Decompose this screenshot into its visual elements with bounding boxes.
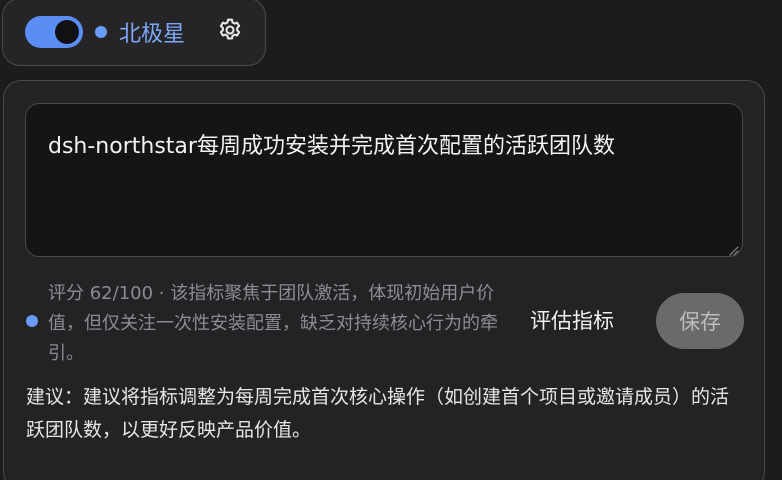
status-dot: [95, 26, 107, 38]
metric-input[interactable]: dsh-northstar每周成功安装并完成首次配置的活跃团队数: [25, 103, 743, 257]
app-root: 北极星 dsh-northstar每周成功安装并完成首次配置的活跃团队数 评分: [0, 0, 782, 480]
evaluate-metric-button[interactable]: 评估指标: [530, 305, 614, 335]
toggle-knob: [55, 20, 79, 44]
suggestion-text: 建议：建议将指标调整为每周完成首次核心操作（如创建首个项目或邀请成员）的活跃团队…: [26, 386, 730, 441]
evaluation-summary: 评分 62/100 · 该指标聚焦于团队激活，体现初始用户价值，但仅关注一次性安…: [48, 283, 498, 364]
save-button[interactable]: 保存: [656, 293, 744, 349]
page-title: 北极星: [119, 22, 186, 47]
northstar-toggle[interactable]: [25, 16, 83, 48]
metric-text[interactable]: dsh-northstar每周成功安装并完成首次配置的活跃团队数: [48, 128, 718, 160]
metric-card: dsh-northstar每周成功安装并完成首次配置的活跃团队数 评分 62/1…: [3, 80, 765, 480]
gear-icon: [216, 16, 244, 48]
northstar-header: 北极星: [2, 0, 266, 66]
resize-handle-icon[interactable]: [727, 241, 739, 256]
evaluation-row: 评分 62/100 · 该指标聚焦于团队激活，体现初始用户价值，但仅关注一次性安…: [4, 273, 764, 369]
settings-button[interactable]: [215, 17, 245, 47]
evaluation-status-dot: [26, 315, 38, 327]
